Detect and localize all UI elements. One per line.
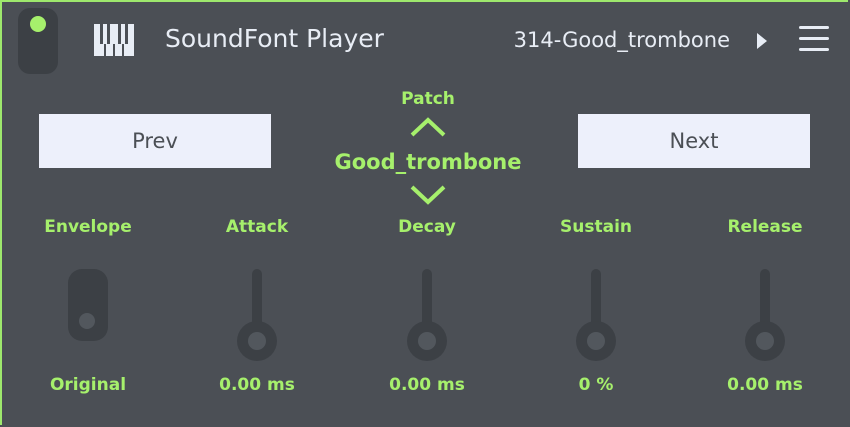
sustain-slider-knob[interactable] [576,321,616,361]
attack-value: 0.00 ms [219,375,295,395]
envelope-label: Envelope [44,217,132,237]
envelope-toggle[interactable] [68,269,108,341]
chevron-down-icon[interactable] [410,185,446,205]
decay-label: Decay [398,217,456,237]
patch-value: Good_trombone [334,150,522,174]
hamburger-menu-icon[interactable] [799,24,829,54]
decay-slider-knob[interactable] [407,321,447,361]
decay-value: 0.00 ms [389,375,465,395]
release-value: 0.00 ms [727,375,803,395]
prev-button[interactable]: Prev [39,114,271,168]
power-indicator-icon [30,16,46,32]
envelope-toggle-knob [79,313,95,329]
patch-label: Patch [401,89,455,109]
next-button[interactable]: Next [578,114,810,168]
piano-keys-icon [94,24,134,56]
sustain-value: 0 % [578,375,614,395]
release-slider-knob[interactable] [745,321,785,361]
sustain-label: Sustain [560,217,632,237]
envelope-value: Original [49,375,127,395]
release-label: Release [727,217,803,237]
current-patch-name[interactable]: 314-Good_trombone [514,28,730,52]
sustain-slider[interactable] [576,269,616,361]
decay-slider[interactable] [407,269,447,361]
attack-label: Attack [225,217,289,237]
release-slider[interactable] [745,269,785,361]
app-window: SoundFont Player 314-Good_trombone Prev … [0,0,848,425]
chevron-up-icon[interactable] [410,117,446,137]
app-title: SoundFont Player [165,24,384,53]
play-icon[interactable] [757,33,767,49]
attack-slider[interactable] [237,269,277,361]
power-toggle[interactable] [18,8,58,74]
attack-slider-knob[interactable] [237,321,277,361]
